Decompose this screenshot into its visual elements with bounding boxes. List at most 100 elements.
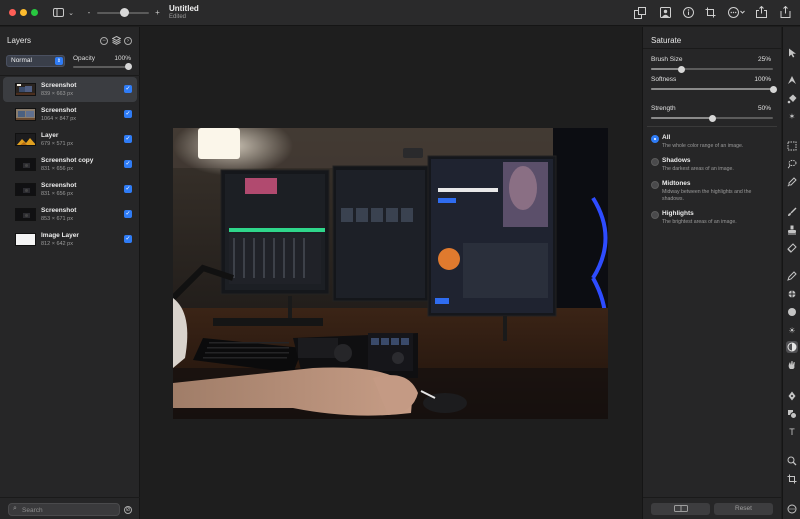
canvas-area[interactable] <box>141 27 641 519</box>
window-toolbar: ⌄ - + Untitled Edited <box>0 0 800 26</box>
range-description: The brightest areas of an image. <box>662 219 737 225</box>
zoom-out-icon[interactable]: - <box>86 7 92 17</box>
minimize-window-button[interactable] <box>20 9 27 16</box>
magic-wand-icon[interactable]: ✶ <box>786 110 798 122</box>
layer-visibility-checkbox[interactable]: ✓ <box>124 135 132 143</box>
smudge-icon[interactable] <box>786 359 798 371</box>
layer-row[interactable]: Screenshot 853 × 671 px ✓ <box>3 202 137 227</box>
layer-visibility-checkbox[interactable]: ✓ <box>124 185 132 193</box>
zoom-slider-knob[interactable] <box>120 8 129 17</box>
strength-value: 50% <box>757 105 771 112</box>
brush-size-knob[interactable] <box>678 65 685 73</box>
close-window-button[interactable] <box>9 9 16 16</box>
layer-search-field[interactable]: ⌕ <box>8 503 120 516</box>
retouch-icon[interactable] <box>786 288 798 300</box>
zoom-window-button[interactable] <box>31 9 38 16</box>
reset-button[interactable]: Reset <box>714 503 773 515</box>
softness-label: Softness <box>651 76 677 83</box>
softness-slider[interactable] <box>651 85 777 93</box>
layer-dimensions: 831 × 656 px <box>41 166 73 172</box>
strength-knob[interactable] <box>708 114 716 122</box>
radio-button[interactable] <box>651 135 659 143</box>
panel-divider <box>647 126 777 127</box>
shapes-icon[interactable] <box>786 408 798 420</box>
radio-button[interactable] <box>651 158 659 166</box>
blur-icon[interactable] <box>786 306 798 318</box>
layer-row[interactable]: Layer 679 × 571 px ✓ <box>3 127 137 152</box>
document-title: Untitled <box>169 4 199 13</box>
opacity-slider-knob[interactable] <box>125 63 132 70</box>
layer-name: Image Layer <box>41 232 79 239</box>
image-icon[interactable] <box>659 6 671 18</box>
layer-thumbnail <box>15 133 36 146</box>
select-arrows-icon: ⇕ <box>55 57 63 65</box>
range-title: Shadows <box>662 157 691 164</box>
brush-size-slider[interactable] <box>651 65 773 73</box>
text-icon[interactable]: T <box>786 426 798 438</box>
radio-button[interactable] <box>651 181 659 189</box>
brush-icon[interactable] <box>786 206 798 218</box>
more-tools-icon[interactable] <box>786 503 798 515</box>
shape-icon[interactable] <box>786 74 798 86</box>
sharpen-icon[interactable]: ☀ <box>786 324 798 336</box>
opacity-slider[interactable] <box>73 66 129 68</box>
pointer-icon[interactable] <box>786 47 798 59</box>
paint-bucket-icon[interactable] <box>786 93 798 105</box>
layer-dimensions: 812 × 642 px <box>41 241 73 247</box>
blend-mode-select[interactable]: Normal ⇕ <box>6 55 65 67</box>
panel-divider <box>643 497 781 498</box>
document-image[interactable] <box>173 128 608 419</box>
layer-visibility-checkbox[interactable]: ✓ <box>124 210 132 218</box>
lasso-icon[interactable] <box>786 158 798 170</box>
layer-name: Screenshot <box>41 182 77 189</box>
crop-tool-icon[interactable] <box>786 473 798 485</box>
pencil-icon[interactable] <box>786 270 798 282</box>
layers-panel-title: Layers <box>7 36 32 45</box>
layer-list: Screenshot 839 × 663 px ✓ Screenshot 1064 × … <box>3 77 137 252</box>
layer-visibility-checkbox[interactable]: ✓ <box>124 85 132 93</box>
layer-name: Screenshot <box>41 82 77 89</box>
layer-dimensions: 679 × 571 px <box>41 141 73 147</box>
layer-row[interactable]: Screenshot copy 831 × 656 px ✓ <box>3 152 137 177</box>
rectangle-select-icon[interactable] <box>786 140 798 152</box>
tools-sidebar: ✶ ☀ T <box>782 27 800 519</box>
layer-row[interactable]: Screenshot 839 × 663 px ✓ <box>3 77 137 102</box>
layer-row[interactable]: Image Layer 812 × 642 px ✓ <box>3 227 137 252</box>
layer-row[interactable]: Screenshot 831 × 656 px ✓ <box>3 177 137 202</box>
layer-stack-icon[interactable] <box>112 36 121 45</box>
layer-thumbnail <box>15 83 36 96</box>
zoom-in-icon[interactable]: + <box>154 7 161 17</box>
layer-visibility-checkbox[interactable]: ✓ <box>124 110 132 118</box>
crop-icon[interactable] <box>704 6 716 18</box>
saturate-icon[interactable] <box>786 341 798 353</box>
layer-row[interactable]: Screenshot 1064 × 847 px ✓ <box>3 102 137 127</box>
chevron-down-icon[interactable]: ⌄ <box>67 8 75 17</box>
range-description: The whole color range of an image. <box>662 143 744 149</box>
eraser-icon[interactable] <box>786 242 798 254</box>
remove-layer-icon[interactable]: − <box>100 37 108 45</box>
info-icon[interactable] <box>682 6 694 18</box>
strength-slider[interactable] <box>651 114 773 122</box>
layer-options-icon[interactable]: › <box>124 37 132 45</box>
zoom-icon[interactable] <box>786 455 798 467</box>
layer-visibility-checkbox[interactable]: ✓ <box>124 160 132 168</box>
stamp-icon[interactable] <box>786 224 798 236</box>
pen-icon[interactable] <box>786 390 798 402</box>
sidebar-toggle-icon[interactable] <box>52 7 64 18</box>
brush-size-value: 25% <box>757 56 771 63</box>
range-description: The darkest areas of an image. <box>662 166 734 172</box>
brush-size-fill <box>651 68 682 70</box>
layer-visibility-checkbox[interactable]: ✓ <box>124 235 132 243</box>
export-icon[interactable] <box>779 5 791 18</box>
radio-button[interactable] <box>651 211 659 219</box>
eyedropper-icon[interactable] <box>786 176 798 188</box>
more-options-icon[interactable] <box>727 6 745 18</box>
softness-knob[interactable] <box>769 85 777 93</box>
layer-thumbnail <box>15 158 36 171</box>
arrange-icon[interactable] <box>633 6 646 19</box>
layer-name: Screenshot <box>41 107 77 114</box>
filter-icon[interactable]: ⊘ <box>124 506 132 514</box>
compare-button[interactable] <box>651 503 710 515</box>
share-icon[interactable] <box>755 5 767 18</box>
layer-search-input[interactable] <box>22 505 117 515</box>
